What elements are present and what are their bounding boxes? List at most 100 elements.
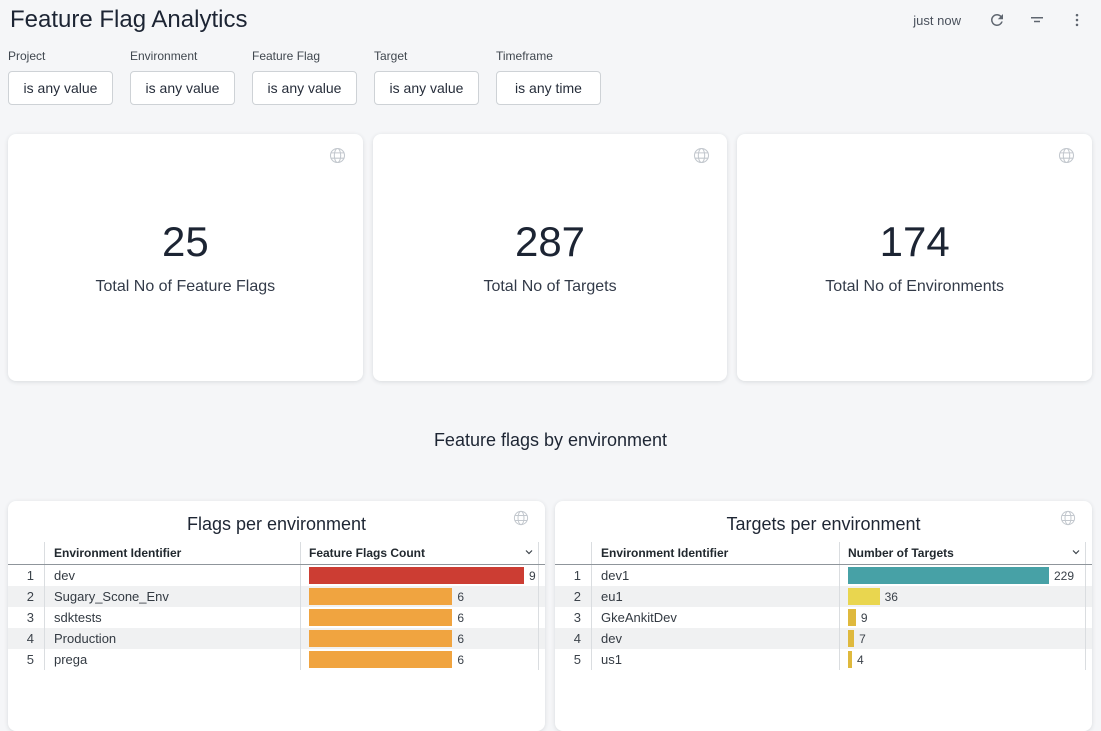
column-header-environment-identifier[interactable]: Environment Identifier	[44, 542, 300, 564]
filter-value-button[interactable]: is any value	[374, 71, 479, 105]
table-row: 2 Sugary_Scone_Env 6	[8, 586, 545, 607]
filter-label: Timeframe	[496, 50, 601, 63]
count-cell: 229	[839, 565, 1085, 586]
row-index: 2	[8, 586, 44, 607]
count-cell: 4	[839, 649, 1085, 670]
column-header-number-of-targets[interactable]: Number of Targets	[839, 542, 1085, 564]
column-header-index	[555, 542, 591, 564]
row-index: 3	[8, 607, 44, 628]
kpi-label: Total No of Feature Flags	[96, 278, 276, 296]
environment-identifier: sdktests	[54, 610, 102, 625]
bar-value: 4	[857, 653, 864, 667]
globe-icon	[693, 147, 710, 164]
topbar-actions: just now	[913, 4, 1093, 36]
bar	[848, 588, 880, 605]
bar	[848, 567, 1049, 584]
bar-value: 6	[457, 653, 464, 667]
row-index: 1	[555, 565, 591, 586]
bar	[309, 630, 452, 647]
table-gutter	[1085, 542, 1092, 564]
table-card-flags-per-environment: Flags per environment Environment Identi…	[8, 501, 545, 731]
count-cell: 6	[300, 649, 538, 670]
globe-icon	[513, 510, 529, 526]
count-cell: 9	[839, 607, 1085, 628]
filter-environment: Environment is any value	[130, 50, 235, 105]
kpi-value: 287	[515, 219, 585, 265]
globe-icon	[329, 147, 346, 164]
count-cell: 36	[839, 586, 1085, 607]
kpi-card-total-environments: 174 Total No of Environments	[737, 134, 1092, 381]
environment-identifier-cell: Sugary_Scone_Env	[44, 586, 300, 607]
bar	[309, 609, 452, 626]
refresh-icon[interactable]	[981, 4, 1013, 36]
table-header-row: Environment Identifier Number of Targets	[555, 542, 1092, 565]
table-gutter	[1085, 565, 1092, 586]
environment-identifier: us1	[601, 652, 622, 667]
bar	[848, 651, 852, 668]
filter-value-button[interactable]: is any value	[252, 71, 357, 105]
kpi-label: Total No of Environments	[825, 278, 1004, 296]
table-gutter	[1085, 649, 1092, 670]
table-gutter	[538, 649, 545, 670]
bar-value: 9	[529, 569, 536, 583]
table-gutter	[538, 586, 545, 607]
chevron-down-icon[interactable]	[523, 546, 535, 558]
table-row: 3 sdktests 6	[8, 607, 545, 628]
bar-value: 6	[457, 590, 464, 604]
row-index: 4	[555, 628, 591, 649]
environment-identifier: prega	[54, 652, 87, 667]
column-header-environment-identifier[interactable]: Environment Identifier	[591, 542, 839, 564]
environment-identifier-cell: Production	[44, 628, 300, 649]
table-gutter	[1085, 607, 1092, 628]
section-title: Feature flags by environment	[0, 430, 1101, 451]
environment-identifier: dev1	[601, 568, 629, 583]
count-cell: 6	[300, 628, 538, 649]
table-body: 1 dev 9 2 Sugary_Scone_Env 6 3 sdktests …	[8, 565, 545, 670]
table-row: 1 dev1 229	[555, 565, 1092, 586]
filter-icon[interactable]	[1021, 4, 1053, 36]
last-refresh-text: just now	[913, 13, 961, 28]
filter-value-button[interactable]: is any time	[496, 71, 601, 105]
data-table: Environment Identifier Number of Targets…	[555, 542, 1092, 670]
bar-value: 9	[861, 611, 868, 625]
kpi-label: Total No of Targets	[483, 278, 616, 296]
bar	[848, 630, 854, 647]
filter-target: Target is any value	[374, 50, 479, 105]
filter-feature-flag: Feature Flag is any value	[252, 50, 357, 105]
environment-identifier-cell: sdktests	[44, 607, 300, 628]
globe-icon	[1058, 147, 1075, 164]
table-gutter	[538, 565, 545, 586]
filter-value-button[interactable]: is any value	[8, 71, 113, 105]
row-index: 3	[555, 607, 591, 628]
environment-identifier: dev	[54, 568, 75, 583]
filter-timeframe: Timeframe is any time	[496, 50, 601, 105]
table-row: 5 us1 4	[555, 649, 1092, 670]
count-cell: 7	[839, 628, 1085, 649]
count-cell: 9	[300, 565, 538, 586]
column-header-label: Environment Identifier	[601, 546, 728, 560]
count-cell: 6	[300, 586, 538, 607]
chevron-down-icon[interactable]	[1070, 546, 1082, 558]
more-vert-icon[interactable]	[1061, 4, 1093, 36]
table-row: 3 GkeAnkitDev 9	[555, 607, 1092, 628]
environment-identifier-cell: us1	[591, 649, 839, 670]
filter-value-button[interactable]: is any value	[130, 71, 235, 105]
page-title: Feature Flag Analytics	[10, 5, 247, 35]
table-gutter	[538, 542, 545, 564]
environment-identifier-cell: dev	[591, 628, 839, 649]
table-gutter	[1085, 628, 1092, 649]
table-gutter	[1085, 586, 1092, 607]
bar	[309, 567, 524, 584]
bar-value: 229	[1054, 569, 1074, 583]
column-header-index	[8, 542, 44, 564]
kpi-card-total-targets: 287 Total No of Targets	[373, 134, 728, 381]
kpi-card-total-feature-flags: 25 Total No of Feature Flags	[8, 134, 363, 381]
column-header-label: Environment Identifier	[54, 546, 181, 560]
environment-identifier-cell: prega	[44, 649, 300, 670]
dashboard-topbar: Feature Flag Analytics just now	[0, 0, 1101, 36]
row-index: 2	[555, 586, 591, 607]
column-header-feature-flags-count[interactable]: Feature Flags Count	[300, 542, 538, 564]
filter-label: Environment	[130, 50, 235, 63]
tables-row: Flags per environment Environment Identi…	[8, 501, 1092, 731]
environment-identifier-cell: dev	[44, 565, 300, 586]
